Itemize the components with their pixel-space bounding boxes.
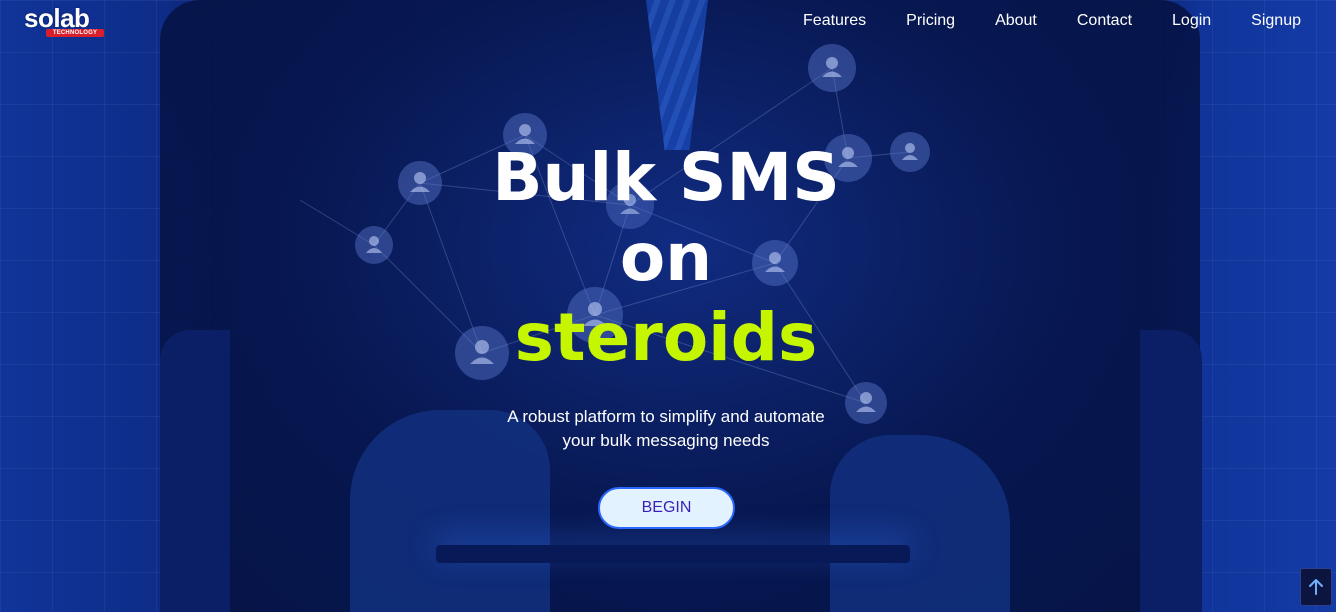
nav-link-signup[interactable]: Signup — [1251, 11, 1301, 31]
logo-tagline: TECHNOLOGY — [46, 29, 104, 37]
headline-line-1: Bulk SMS — [492, 139, 840, 216]
arrow-up-icon — [1309, 579, 1323, 595]
person-node-icon — [808, 44, 856, 92]
hero-headline: Bulk SMS on steroids — [366, 138, 966, 378]
nav-link-login[interactable]: Login — [1172, 11, 1211, 31]
subtitle-line-1: A robust platform to simplify and automa… — [507, 407, 825, 426]
headline-line-2: on — [619, 219, 713, 296]
nav-link-features[interactable]: Features — [803, 11, 866, 31]
subtitle-line-2: your bulk messaging needs — [562, 431, 770, 450]
scroll-to-top-button[interactable] — [1300, 568, 1332, 606]
hero-subtitle: A robust platform to simplify and automa… — [416, 405, 916, 453]
nav-link-contact[interactable]: Contact — [1077, 11, 1132, 31]
main-nav: Features Pricing About Contact Login Sig… — [763, 11, 1301, 31]
brand-logo[interactable]: solab TECHNOLOGY — [24, 5, 104, 38]
top-navbar: solab TECHNOLOGY Features Pricing About … — [0, 0, 1336, 44]
headline-accent-word: steroids — [514, 299, 818, 376]
begin-button[interactable]: BEGIN — [598, 487, 735, 529]
nav-link-pricing[interactable]: Pricing — [906, 11, 955, 31]
nav-link-about[interactable]: About — [995, 11, 1037, 31]
